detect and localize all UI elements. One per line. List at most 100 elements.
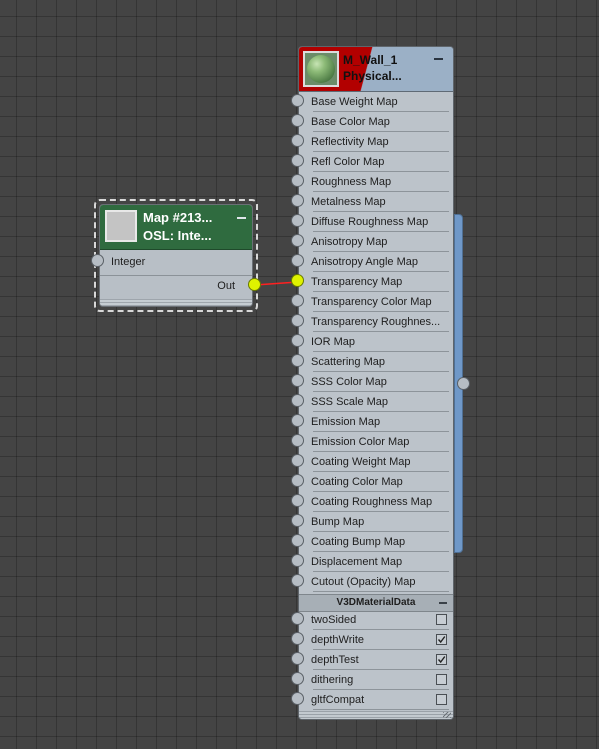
map-slot-roughness-map[interactable]: Roughness Map [299,172,453,192]
property-label: gltfCompat [311,694,365,706]
depthtest-checkbox[interactable] [436,654,447,665]
map-slot-label: Transparency Color Map [311,296,432,308]
input-socket-anisotropy-map[interactable] [291,234,304,247]
material-node-header[interactable]: M_Wall_1 Physical... [299,47,453,92]
map-slot-label: Base Weight Map [311,96,398,108]
map-slot-refl-color-map[interactable]: Refl Color Map [299,152,453,172]
dithering-checkbox[interactable] [436,674,447,685]
input-socket-displacement-map[interactable] [291,554,304,567]
twosided-checkbox[interactable] [436,614,447,625]
map-slot-base-weight-map[interactable]: Base Weight Map [299,92,453,112]
map-slot-metalness-map[interactable]: Metalness Map [299,192,453,212]
material-node[interactable]: M_Wall_1 Physical... Base Weight Map Base… [298,46,454,720]
map-slot-scattering-map[interactable]: Scattering Map [299,352,453,372]
map-slot-coating-color-map[interactable]: Coating Color Map [299,472,453,492]
input-socket-twosided[interactable] [291,612,304,625]
input-socket-coating-bump-map[interactable] [291,534,304,547]
map-slot-sss-color-map[interactable]: SSS Color Map [299,372,453,392]
map-output-socket-out[interactable] [248,278,261,291]
input-socket-emission-color-map[interactable] [291,434,304,447]
map-slot-ior-map[interactable]: IOR Map [299,332,453,352]
map-slot-label: Bump Map [311,516,365,528]
input-socket-coating-weight-map[interactable] [291,454,304,467]
material-output-socket[interactable] [457,377,470,390]
map-output-label: Out [217,280,235,292]
input-socket-gltfcompat[interactable] [291,692,304,705]
osl-map-node-body: Map #213... OSL: Inte... Integer Out [99,204,253,307]
map-slot-cutout-opacity-map[interactable]: Cutout (Opacity) Map [299,572,453,592]
input-socket-transparency-map[interactable] [291,274,304,287]
input-socket-base-weight-map[interactable] [291,94,304,107]
property-label: depthWrite [311,634,364,646]
input-socket-roughness-map[interactable] [291,174,304,187]
map-slot-sss-scale-map[interactable]: SSS Scale Map [299,392,453,412]
input-socket-refl-color-map[interactable] [291,154,304,167]
input-socket-sss-scale-map[interactable] [291,394,304,407]
input-socket-metalness-map[interactable] [291,194,304,207]
map-slot-emission-map[interactable]: Emission Map [299,412,453,432]
input-socket-anisotropy-angle-map[interactable] [291,254,304,267]
input-socket-depthtest[interactable] [291,652,304,665]
property-label: dithering [311,674,354,686]
property-row-dithering: dithering [299,670,453,690]
map-slot-emission-color-map[interactable]: Emission Color Map [299,432,453,452]
input-socket-transparency-color-map[interactable] [291,294,304,307]
map-slot-anisotropy-map[interactable]: Anisotropy Map [299,232,453,252]
map-slot-reflectivity-map[interactable]: Reflectivity Map [299,132,453,152]
property-label: depthTest [311,654,359,666]
resize-grip-icon[interactable] [443,712,451,718]
osl-map-node-header[interactable]: Map #213... OSL: Inte... [100,205,252,250]
minimize-icon[interactable] [237,217,246,219]
gltfcompat-checkbox[interactable] [436,694,447,705]
material-sphere-icon [307,55,335,83]
map-slot-coating-roughness-map[interactable]: Coating Roughness Map [299,492,453,512]
map-slot-label: Coating Weight Map [311,456,411,468]
map-slot-coating-bump-map[interactable]: Coating Bump Map [299,532,453,552]
input-socket-dithering[interactable] [291,672,304,685]
map-slot-bump-map[interactable]: Bump Map [299,512,453,532]
property-row-twosided: twoSided [299,610,453,630]
map-output-row: Out [100,276,252,296]
property-label: twoSided [311,614,357,626]
input-socket-depthwrite[interactable] [291,632,304,645]
map-slot-label: Scattering Map [311,356,385,368]
map-slot-label: Emission Map [311,416,381,428]
node-resize-footer[interactable] [100,299,252,306]
input-socket-base-color-map[interactable] [291,114,304,127]
map-slot-coating-weight-map[interactable]: Coating Weight Map [299,452,453,472]
material-node-subtitle: Physical... [343,69,402,83]
material-preview-thumbnail [303,51,339,87]
property-row-depthwrite: depthWrite [299,630,453,650]
osl-map-node[interactable]: Map #213... OSL: Inte... Integer Out [94,199,258,312]
checkmark-icon [437,636,446,644]
map-slot-displacement-map[interactable]: Displacement Map [299,552,453,572]
input-socket-coating-color-map[interactable] [291,474,304,487]
input-socket-sss-color-map[interactable] [291,374,304,387]
map-node-subtitle: OSL: Inte... [143,228,212,243]
map-slot-label: Cutout (Opacity) Map [311,576,416,588]
map-slot-diffuse-roughness-map[interactable]: Diffuse Roughness Map [299,212,453,232]
map-thumbnail [105,210,137,242]
map-slot-label: Roughness Map [311,176,392,188]
map-slot-base-color-map[interactable]: Base Color Map [299,112,453,132]
minimize-icon[interactable] [434,58,443,60]
map-slot-transparency-map[interactable]: Transparency Map [299,272,453,292]
input-socket-reflectivity-map[interactable] [291,134,304,147]
input-socket-transparency-roughnes[interactable] [291,314,304,327]
property-row-gltfcompat: gltfCompat [299,690,453,710]
input-socket-coating-roughness-map[interactable] [291,494,304,507]
input-socket-bump-map[interactable] [291,514,304,527]
map-slot-label: SSS Scale Map [311,396,389,408]
map-slot-transparency-color-map[interactable]: Transparency Color Map [299,292,453,312]
collapse-icon[interactable] [439,602,447,604]
input-socket-scattering-map[interactable] [291,354,304,367]
depthwrite-checkbox[interactable] [436,634,447,645]
map-input-socket-integer[interactable] [91,254,104,267]
input-socket-diffuse-roughness-map[interactable] [291,214,304,227]
map-slot-transparency-roughnes[interactable]: Transparency Roughnes... [299,312,453,332]
input-socket-ior-map[interactable] [291,334,304,347]
input-socket-emission-map[interactable] [291,414,304,427]
map-slot-anisotropy-angle-map[interactable]: Anisotropy Angle Map [299,252,453,272]
node-resize-footer[interactable] [299,711,453,719]
input-socket-cutout-opacity-map[interactable] [291,574,304,587]
